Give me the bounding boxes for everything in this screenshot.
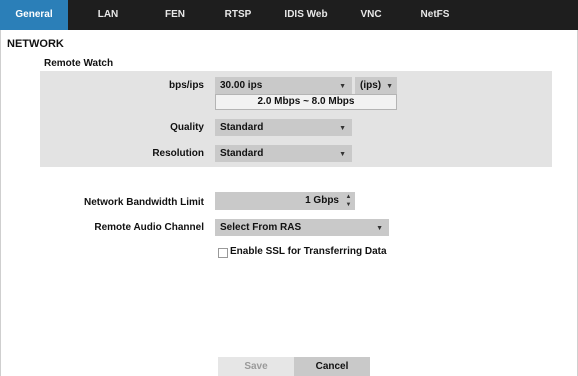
tab-bar: General LAN FEN RTSP IDIS Web VNC NetFS — [0, 0, 578, 30]
tab-vnc[interactable]: VNC — [346, 0, 396, 30]
bandwidth-limit-value: 1 Gbps — [305, 195, 339, 206]
tab-fen[interactable]: FEN — [150, 0, 200, 30]
triangle-down-icon[interactable]: ▼ — [344, 201, 353, 209]
remote-watch-title: Remote Watch — [44, 58, 114, 69]
triangle-up-icon[interactable]: ▲ — [344, 193, 353, 201]
chevron-down-icon: ▼ — [376, 225, 383, 232]
chevron-down-icon: ▼ — [339, 125, 346, 132]
unit-select-value: (ips) — [360, 80, 382, 91]
bandwidth-limit-stepper[interactable]: 1 Gbps ▲ ▼ — [215, 192, 355, 210]
unit-select[interactable]: (ips) ▼ — [355, 77, 397, 94]
quality-label: Quality — [170, 122, 204, 133]
cancel-button[interactable]: Cancel — [294, 357, 370, 376]
resolution-select-value: Standard — [220, 148, 264, 159]
tab-lan[interactable]: LAN — [82, 0, 134, 30]
tab-rtsp[interactable]: RTSP — [210, 0, 266, 30]
tab-netfs[interactable]: NetFS — [406, 0, 464, 30]
bps-select-value: 30.00 ips — [220, 80, 263, 91]
bandwidth-range-display: 2.0 Mbps ~ 8.0 Mbps — [215, 94, 397, 110]
section-title: NETWORK — [7, 38, 64, 50]
audio-channel-label: Remote Audio Channel — [94, 222, 204, 233]
tab-general[interactable]: General — [0, 0, 68, 30]
ssl-checkbox-label: Enable SSL for Transferring Data — [230, 246, 387, 257]
chevron-down-icon: ▼ — [339, 151, 346, 158]
audio-channel-value: Select From RAS — [220, 222, 302, 233]
resolution-label: Resolution — [152, 148, 204, 159]
settings-window — [0, 0, 578, 376]
bps-label: bps/ips — [168, 80, 204, 91]
quality-select-value: Standard — [220, 122, 264, 133]
bps-select[interactable]: 30.00 ips ▼ — [215, 77, 352, 94]
resolution-select[interactable]: Standard ▼ — [215, 145, 352, 162]
quality-select[interactable]: Standard ▼ — [215, 119, 352, 136]
save-button[interactable]: Save — [218, 357, 294, 376]
tab-idis-web[interactable]: IDIS Web — [270, 0, 342, 30]
audio-channel-select[interactable]: Select From RAS ▼ — [215, 219, 389, 236]
ssl-checkbox[interactable] — [218, 248, 228, 258]
bandwidth-limit-label: Network Bandwidth Limit — [84, 197, 204, 208]
